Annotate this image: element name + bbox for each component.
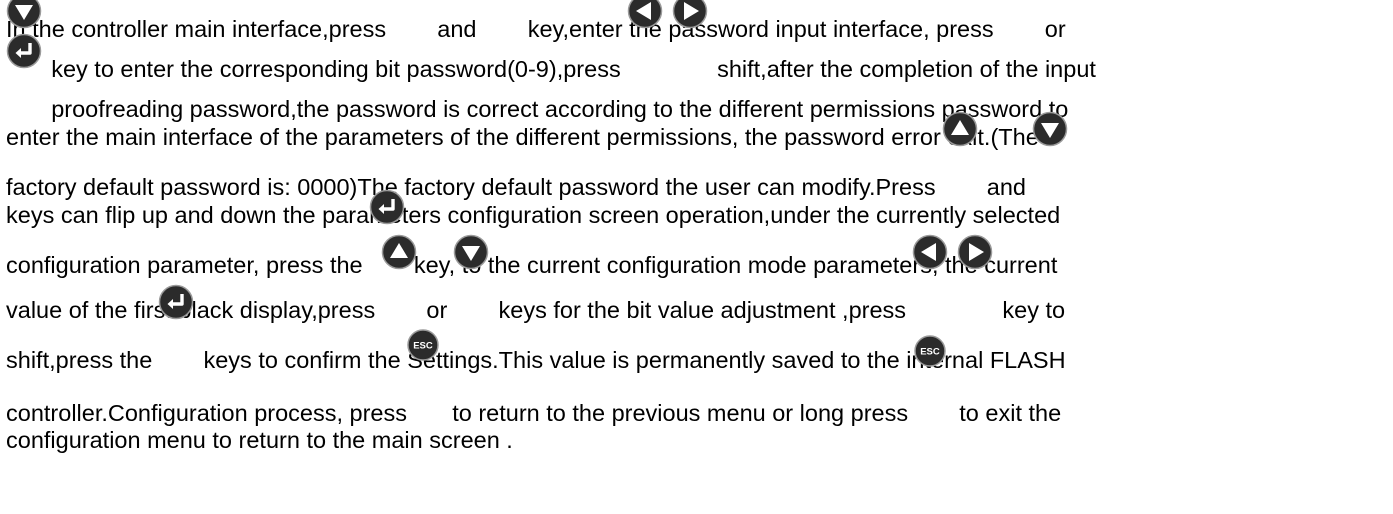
text-line-5: factory default password is: 0000)The fa…: [6, 111, 1388, 201]
text-segment: shift,press the: [6, 347, 153, 373]
up-arrow-key-icon: [1000, 0, 1039, 43]
enter-key-icon: [6, 0, 45, 123]
text-segment: key to enter the corresponding bit passw…: [51, 56, 621, 82]
left-arrow-key-icon: [627, 0, 666, 83]
text-segment: In the controller main interface,press: [6, 16, 387, 42]
text-segment: to exit the: [959, 400, 1062, 426]
enter-key-icon: [158, 230, 197, 374]
instruction-paragraph: In the controller main interface,press a…: [6, 0, 1388, 454]
text-segment: controller.Configuration process, press: [6, 400, 408, 426]
text-segment: keys can flip up and down the parameters…: [6, 202, 1061, 228]
text-segment: proofreading password,the password is co…: [51, 96, 1069, 122]
right-arrow-key-icon: [957, 180, 996, 324]
power-key-icon: [392, 0, 431, 43]
text-line-9: shift,press the keys to confirm the Sett…: [6, 284, 1388, 374]
text-segment: key,enter the password input interface, …: [527, 16, 994, 42]
text-segment: key to: [1002, 297, 1066, 323]
esc-key-label: ESC: [920, 347, 940, 358]
text-line-8: value of the first black display,press o…: [6, 234, 1388, 324]
text-line-3: proofreading password,the password is co…: [6, 33, 1388, 123]
text-segment: to return to the previous menu or long p…: [452, 400, 909, 426]
text-line-7: configuration parameter, press the key, …: [6, 189, 1388, 279]
text-line-10: controller.Configuration process, press …: [6, 329, 1388, 427]
text-line-11: configuration menu to return to the main…: [6, 427, 1388, 454]
text-line-6: keys can flip up and down the parameters…: [6, 201, 1388, 229]
right-arrow-key-icon: [672, 0, 711, 83]
enter-key-icon: [483, 0, 522, 43]
text-segment: keys for the bit value adjustment ,press: [498, 297, 907, 323]
text-line-2: key to enter the corresponding bit passw…: [6, 0, 1388, 83]
esc-key-icon: ESC: [407, 275, 446, 415]
text-line-4: enter the main interface of the paramete…: [6, 123, 1388, 151]
text-segment: and: [437, 16, 477, 42]
down-arrow-key-icon: [453, 180, 492, 324]
text-segment: configuration menu to return to the main…: [6, 427, 513, 453]
esc-key-label: ESC: [413, 341, 433, 352]
text-segment: enter the main interface of the paramete…: [6, 124, 1039, 150]
text-segment: or: [1044, 16, 1066, 42]
down-arrow-key-icon: [1032, 57, 1071, 201]
esc-key-icon: ESC: [914, 281, 953, 421]
